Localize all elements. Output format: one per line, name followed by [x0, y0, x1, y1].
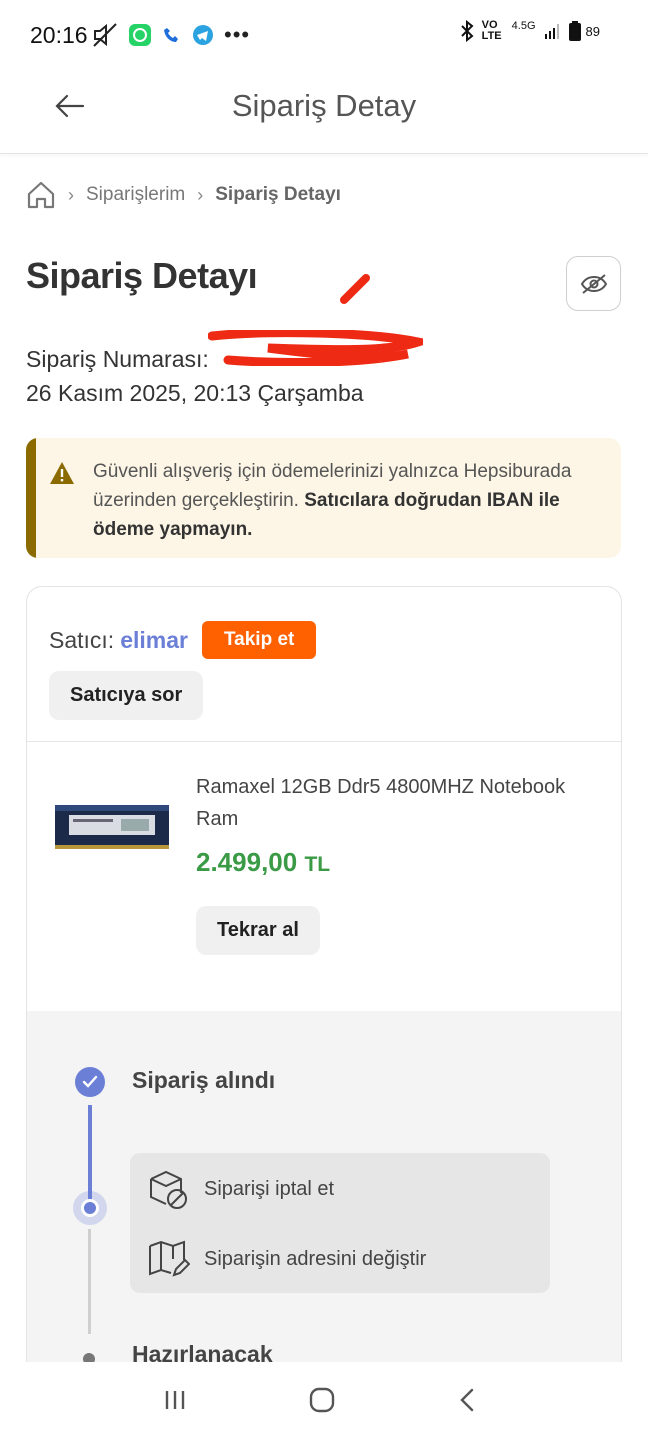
warning-text: Güvenli alışveriş için ödemelerinizi yal… [93, 457, 593, 544]
home-icon[interactable] [26, 180, 56, 210]
seller-row: Satıcı: elimar Takip et [49, 621, 317, 659]
eye-off-icon [580, 273, 607, 294]
volte-label: VO LTE [481, 19, 502, 42]
cancel-order-action[interactable]: Siparişi iptal et [146, 1167, 334, 1211]
product-image[interactable] [55, 801, 169, 853]
chevron-left-icon [460, 1388, 474, 1412]
status-notification-icons: ••• [92, 22, 250, 48]
cancel-order-label: Siparişi iptal et [204, 1177, 335, 1200]
divider [27, 741, 621, 742]
whatsapp-icon [129, 24, 151, 46]
check-icon [75, 1067, 105, 1097]
price-currency: TL [304, 853, 331, 876]
system-nav-bar [0, 1362, 648, 1440]
warning-accent-bar [26, 438, 36, 558]
payment-warning: Güvenli alışveriş için ödemelerinizi yal… [26, 438, 621, 558]
battery-level: 89 [585, 23, 600, 39]
signal-icon [544, 24, 559, 39]
change-address-action[interactable]: Siparişin adresini değiştir [146, 1237, 426, 1281]
order-date: 26 Kasım 2025, 20:13 Çarşamba [26, 380, 364, 406]
change-address-label: Siparişin adresini değiştir [204, 1247, 427, 1270]
home-circle-icon [309, 1387, 335, 1413]
phone-icon [164, 28, 178, 42]
recent-apps-icon [165, 1391, 185, 1409]
seller-label: Satıcı: [49, 626, 115, 653]
ask-seller-button[interactable]: Satıcıya sor [49, 671, 204, 720]
battery-icon [568, 21, 581, 41]
box-cancel-icon [150, 1170, 187, 1209]
rebuy-button[interactable]: Tekrar al [196, 906, 320, 955]
timeline-step-received: Sipariş alındı [132, 1067, 276, 1093]
order-card: Satıcı: elimar Takip et Satıcıya sor Ram… [26, 586, 622, 1386]
breadcrumb-orders-link[interactable]: Siparişlerim [86, 184, 185, 206]
order-number-label: Sipariş Numarası: [26, 346, 209, 372]
breadcrumb: › Siparişlerim › Sipariş Detayı [26, 180, 341, 210]
warning-icon [50, 462, 74, 484]
mute-icon [93, 23, 117, 47]
product-name-link[interactable]: Ramaxel 12GB Ddr5 4800MHZ Notebook Ram [196, 771, 596, 835]
seller-name-link[interactable]: elimar [120, 627, 188, 654]
timeline-line-pending [88, 1229, 91, 1334]
chevron-right-icon: › [197, 184, 204, 205]
timeline-line-active [88, 1105, 92, 1205]
header-title: Sipariş Detay [231, 88, 417, 123]
redaction-mark [340, 274, 370, 304]
more-notifications-icon: ••• [224, 22, 251, 47]
back-nav-button[interactable] [444, 1380, 490, 1420]
status-bar: 20:16 ••• VO LTE 4.5G 89 [0, 0, 648, 66]
breadcrumb-current: Sipariş Detayı [215, 184, 341, 205]
hide-order-button[interactable] [566, 256, 621, 311]
order-number-redaction [208, 330, 423, 366]
order-timeline: Sipariş alındı Siparişi iptal et Sipariş… [27, 1011, 621, 1385]
status-system-icons: VO LTE 4.5G 89 [460, 20, 600, 42]
chevron-right-icon: › [68, 184, 74, 205]
bluetooth-icon [460, 20, 474, 42]
follow-button[interactable]: Takip et [201, 621, 317, 659]
timeline-current-dot [73, 1191, 107, 1225]
product-price: 2.499,00 TL [196, 847, 330, 878]
page-title: Sipariş Detayı [26, 255, 258, 296]
map-edit-icon [149, 1240, 190, 1277]
network-label: 4.5G [511, 20, 536, 32]
telegram-icon [193, 25, 213, 45]
order-actions: Siparişi iptal et Siparişin adresini değ… [130, 1153, 550, 1293]
status-time: 20:16 [30, 22, 88, 48]
app-header: Sipariş Detay [0, 66, 648, 154]
recent-apps-button[interactable] [152, 1380, 198, 1420]
price-value: 2.499,00 [196, 847, 298, 877]
home-nav-button[interactable] [299, 1380, 345, 1420]
